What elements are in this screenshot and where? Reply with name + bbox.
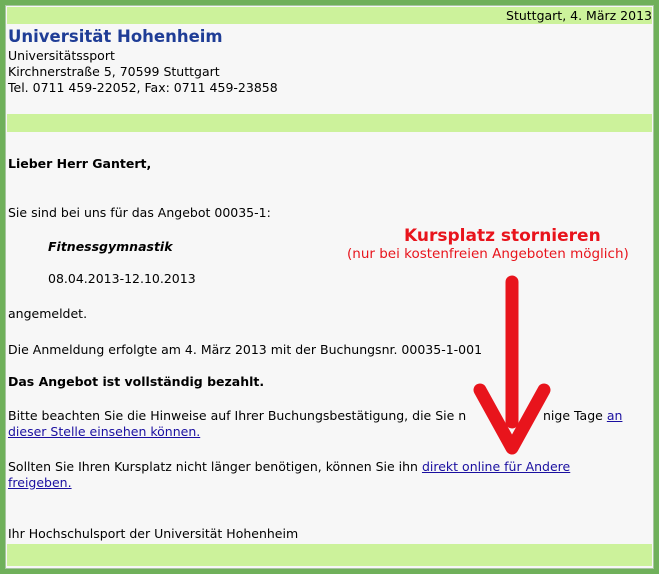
release-online-link-part2[interactable]: freigeben.	[8, 475, 72, 490]
notes-link-line2: dieser Stelle einsehen können.	[8, 424, 200, 439]
cancel-link-line2: freigeben.	[8, 475, 72, 490]
registered-text: angemeldet.	[8, 306, 88, 321]
annotation-title: Kursplatz stornieren	[404, 226, 601, 246]
bottom-bar	[7, 544, 652, 566]
closing-text: Ihr Hochschulsport der Universität Hohen…	[8, 526, 299, 541]
salutation: Lieber Herr Gantert,	[8, 156, 152, 171]
university-name: Universität Hohenheim	[8, 27, 223, 46]
department: Universitätssport	[8, 48, 115, 63]
notes-text: Bitte beachten Sie die Hinweise auf Ihre…	[8, 408, 466, 423]
cancel-text-start: Sollten Sie Ihren Kursplatz nicht länger…	[8, 459, 418, 474]
paid-status: Das Angebot ist vollständig bezahlt.	[8, 374, 265, 389]
notes-text-end: nige Tage an	[543, 408, 622, 423]
address: Kirchnerstraße 5, 70599 Stuttgart	[8, 64, 220, 79]
course-dates: 08.04.2013-12.10.2013	[48, 271, 196, 286]
hinweise-link-part2[interactable]: dieser Stelle einsehen können.	[8, 424, 200, 439]
annotation-subtitle: (nur bei kostenfreien Angeboten möglich)	[347, 246, 629, 262]
middle-bar	[7, 114, 652, 132]
booking-line: Die Anmeldung erfolgte am 4. März 2013 m…	[8, 342, 483, 357]
letter-date: Stuttgart, 4. März 2013	[506, 8, 652, 23]
course-name: Fitnessgymnastik	[48, 239, 173, 254]
hinweise-link-part1[interactable]: an	[607, 408, 623, 423]
intro-text: Sie sind bei uns für das Angebot 00035-1…	[8, 205, 271, 220]
red-arrow-down-icon	[473, 275, 551, 455]
notes-text-start: Bitte beachten Sie die Hinweise auf Ihre…	[8, 408, 467, 423]
phone-fax: Tel. 0711 459-22052, Fax: 0711 459-23858	[8, 80, 278, 95]
